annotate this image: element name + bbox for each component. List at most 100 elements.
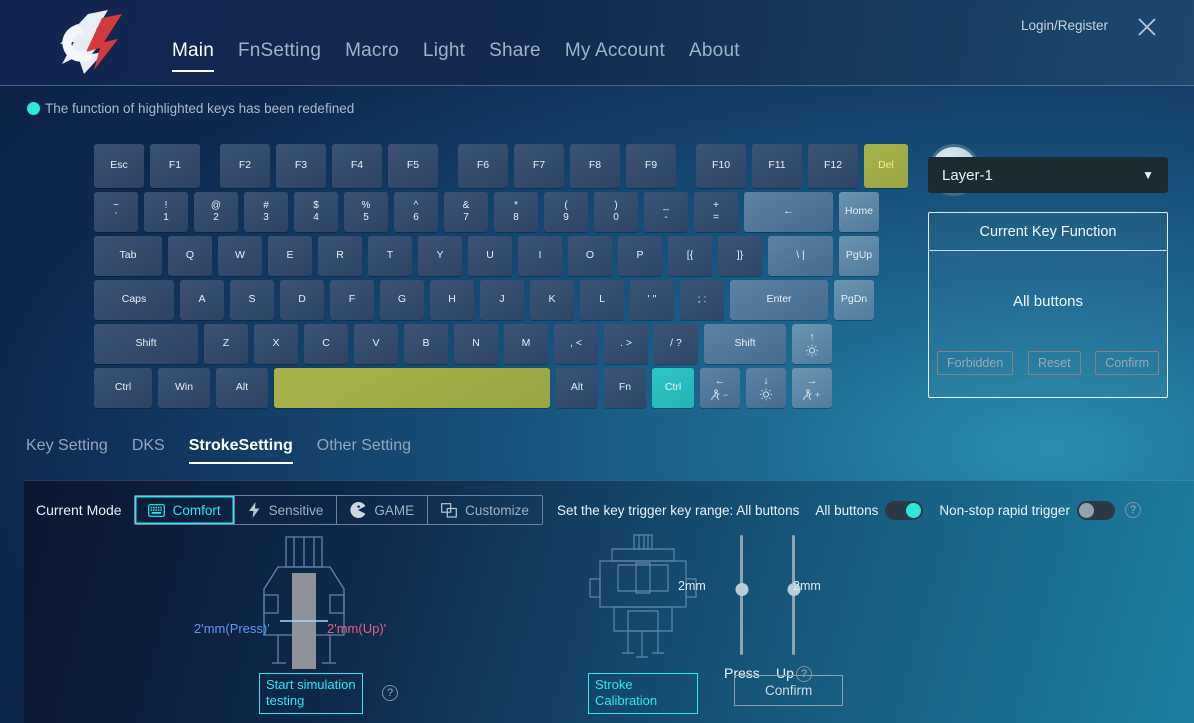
key-del[interactable]: Del [864,144,908,188]
tab-stroke-setting[interactable]: StrokeSetting [189,437,317,464]
key-key[interactable]: \ | [768,236,833,276]
key-b[interactable]: B [404,324,448,364]
mode-customize[interactable]: Customize [428,496,542,524]
key-key[interactable]: ~` [94,192,138,232]
key-i[interactable]: I [518,236,562,276]
key-f3[interactable]: F3 [276,144,326,188]
key-r[interactable]: R [318,236,362,276]
key-pgup[interactable]: PgUp [839,236,879,276]
all-buttons-toggle[interactable] [885,501,923,520]
question-icon[interactable]: ? [1125,502,1141,518]
key-q[interactable]: Q [168,236,212,276]
key-8[interactable]: *8 [494,192,538,232]
key-f11[interactable]: F11 [752,144,802,188]
key-key[interactable]: _- [644,192,688,232]
press-slider-knob[interactable] [735,583,748,596]
key-z[interactable]: Z [204,324,248,364]
nav-item-share[interactable]: Share [489,40,565,72]
key-ctrl[interactable]: Ctrl [652,368,694,408]
layer-select-dropdown[interactable]: Layer-1 ▼ [928,157,1168,193]
rapid-trigger-toggle[interactable] [1077,501,1115,520]
reset-button[interactable]: Reset [1028,351,1081,375]
key-m[interactable]: M [504,324,548,364]
key-o[interactable]: O [568,236,612,276]
key-f5[interactable]: F5 [388,144,438,188]
key-v[interactable]: V [354,324,398,364]
key-w[interactable]: W [218,236,262,276]
key-f10[interactable]: F10 [696,144,746,188]
key-key[interactable]: ↓ [746,368,786,408]
key-l[interactable]: L [580,280,624,320]
key-key[interactable]: ]} [718,236,762,276]
key-9[interactable]: (9 [544,192,588,232]
key-key[interactable]: , < [554,324,598,364]
key-a[interactable]: A [180,280,224,320]
key-win[interactable]: Win [158,368,210,408]
key-f12[interactable]: F12 [808,144,858,188]
key-g[interactable]: G [380,280,424,320]
key-4[interactable]: $4 [294,192,338,232]
key-key[interactable]: ←− [700,368,740,408]
question-icon[interactable]: ? [382,685,398,701]
key-y[interactable]: Y [418,236,462,276]
key-k[interactable]: K [530,280,574,320]
key-alt[interactable]: Alt [556,368,598,408]
key-3[interactable]: #3 [244,192,288,232]
mode-comfort[interactable]: Comfort [135,496,235,524]
mode-game[interactable]: GAME [337,496,428,524]
key-6[interactable]: ^6 [394,192,438,232]
key-x[interactable]: X [254,324,298,364]
nav-item-fnsetting[interactable]: FnSetting [238,40,345,72]
key-f4[interactable]: F4 [332,144,382,188]
key-fn[interactable]: Fn [604,368,646,408]
key-f1[interactable]: F1 [150,144,200,188]
tab-dks[interactable]: DKS [132,437,189,464]
nav-item-macro[interactable]: Macro [345,40,423,72]
key-1[interactable]: !1 [144,192,188,232]
mode-sensitive[interactable]: Sensitive [235,496,338,524]
key-enter[interactable]: Enter [730,280,828,320]
login-register-link[interactable]: Login/Register [1021,18,1108,33]
key-f2[interactable]: F2 [220,144,270,188]
key-u[interactable]: U [468,236,512,276]
key-j[interactable]: J [480,280,524,320]
close-icon[interactable] [1130,10,1164,44]
key-pgdn[interactable]: PgDn [834,280,874,320]
key-n[interactable]: N [454,324,498,364]
key-alt[interactable]: Alt [216,368,268,408]
key-key[interactable]: / ? [654,324,698,364]
start-simulation-testing-button[interactable]: Start simulation testing [259,673,363,714]
key-0[interactable]: )0 [594,192,638,232]
key-key[interactable]: ; : [680,280,724,320]
key-t[interactable]: T [368,236,412,276]
key-key[interactable]: →+ [792,368,832,408]
key-7[interactable]: &7 [444,192,488,232]
tab-other-setting[interactable]: Other Setting [317,437,435,464]
key-ctrl[interactable]: Ctrl [94,368,152,408]
key-key[interactable]: . > [604,324,648,364]
key-key[interactable]: += [694,192,738,232]
key-key[interactable]: [{ [668,236,712,276]
key-2[interactable]: @2 [194,192,238,232]
key-key[interactable]: ' " [630,280,674,320]
calibration-confirm-button[interactable]: Confirm [734,675,843,706]
key-esc[interactable]: Esc [94,144,144,188]
key-key[interactable] [274,368,550,408]
forbidden-button[interactable]: Forbidden [937,351,1013,375]
nav-item-about[interactable]: About [689,40,764,72]
key-shift[interactable]: Shift [704,324,786,364]
key-f6[interactable]: F6 [458,144,508,188]
key-caps[interactable]: Caps [94,280,174,320]
key-f7[interactable]: F7 [514,144,564,188]
key-shift[interactable]: Shift [94,324,198,364]
key-key[interactable]: ← [744,192,833,232]
confirm-key-button[interactable]: Confirm [1095,351,1159,375]
key-home[interactable]: Home [839,192,879,232]
stroke-calibration-button[interactable]: Stroke Calibration [588,673,698,714]
key-c[interactable]: C [304,324,348,364]
key-h[interactable]: H [430,280,474,320]
key-d[interactable]: D [280,280,324,320]
key-f8[interactable]: F8 [570,144,620,188]
key-tab[interactable]: Tab [94,236,162,276]
nav-item-light[interactable]: Light [423,40,489,72]
